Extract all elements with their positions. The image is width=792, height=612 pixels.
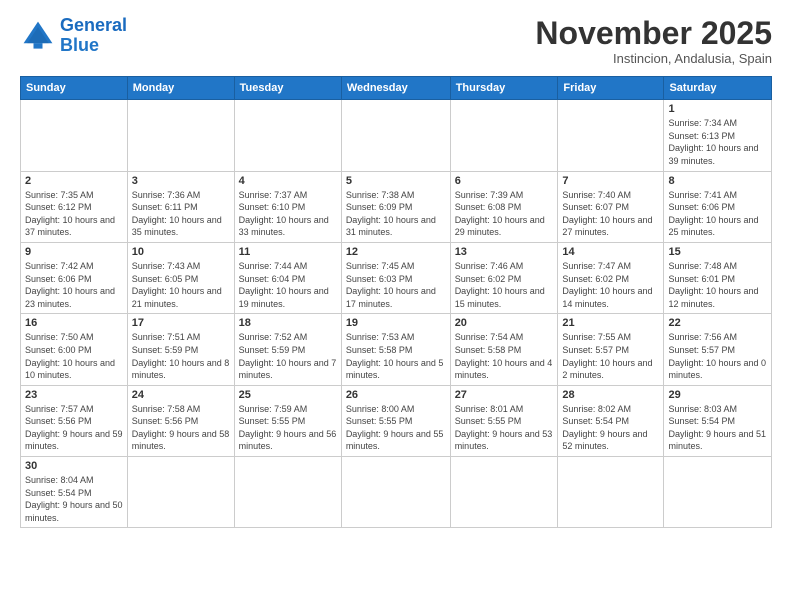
header-wednesday: Wednesday	[341, 77, 450, 100]
day-19: 19 Sunrise: 7:53 AMSunset: 5:58 PMDaylig…	[341, 314, 450, 385]
day-6: 6 Sunrise: 7:39 AMSunset: 6:08 PMDayligh…	[450, 171, 558, 242]
week-row-3: 9 Sunrise: 7:42 AMSunset: 6:06 PMDayligh…	[21, 242, 772, 313]
day-1: 1 Sunrise: 7:34 AMSunset: 6:13 PMDayligh…	[664, 100, 772, 171]
header-saturday: Saturday	[664, 77, 772, 100]
empty-cell	[341, 457, 450, 528]
empty-cell	[341, 100, 450, 171]
day-5: 5 Sunrise: 7:38 AMSunset: 6:09 PMDayligh…	[341, 171, 450, 242]
day-10: 10 Sunrise: 7:43 AMSunset: 6:05 PMDaylig…	[127, 242, 234, 313]
page: General Blue November 2025 Instincion, A…	[0, 0, 792, 612]
day-13: 13 Sunrise: 7:46 AMSunset: 6:02 PMDaylig…	[450, 242, 558, 313]
week-row-1: 1 Sunrise: 7:34 AMSunset: 6:13 PMDayligh…	[21, 100, 772, 171]
week-row-6: 30 Sunrise: 8:04 AMSunset: 5:54 PMDaylig…	[21, 457, 772, 528]
day-9: 9 Sunrise: 7:42 AMSunset: 6:06 PMDayligh…	[21, 242, 128, 313]
day-12: 12 Sunrise: 7:45 AMSunset: 6:03 PMDaylig…	[341, 242, 450, 313]
day-11: 11 Sunrise: 7:44 AMSunset: 6:04 PMDaylig…	[234, 242, 341, 313]
day-20: 20 Sunrise: 7:54 AMSunset: 5:58 PMDaylig…	[450, 314, 558, 385]
header-sunday: Sunday	[21, 77, 128, 100]
empty-cell	[558, 100, 664, 171]
day-26: 26 Sunrise: 8:00 AMSunset: 5:55 PMDaylig…	[341, 385, 450, 456]
header-thursday: Thursday	[450, 77, 558, 100]
day-17: 17 Sunrise: 7:51 AMSunset: 5:59 PMDaylig…	[127, 314, 234, 385]
week-row-4: 16 Sunrise: 7:50 AMSunset: 6:00 PMDaylig…	[21, 314, 772, 385]
empty-cell	[127, 100, 234, 171]
empty-cell	[664, 457, 772, 528]
empty-cell	[21, 100, 128, 171]
logo-icon	[20, 18, 56, 54]
location-subtitle: Instincion, Andalusia, Spain	[535, 51, 772, 66]
day-18: 18 Sunrise: 7:52 AMSunset: 5:59 PMDaylig…	[234, 314, 341, 385]
logo-general: General	[60, 15, 127, 35]
empty-cell	[234, 100, 341, 171]
header: General Blue November 2025 Instincion, A…	[20, 16, 772, 66]
day-7: 7 Sunrise: 7:40 AMSunset: 6:07 PMDayligh…	[558, 171, 664, 242]
day-29: 29 Sunrise: 8:03 AMSunset: 5:54 PMDaylig…	[664, 385, 772, 456]
weekday-header-row: Sunday Monday Tuesday Wednesday Thursday…	[21, 77, 772, 100]
logo-blue: Blue	[60, 35, 99, 55]
day-4: 4 Sunrise: 7:37 AMSunset: 6:10 PMDayligh…	[234, 171, 341, 242]
empty-cell	[450, 457, 558, 528]
empty-cell	[558, 457, 664, 528]
empty-cell	[450, 100, 558, 171]
day-21: 21 Sunrise: 7:55 AMSunset: 5:57 PMDaylig…	[558, 314, 664, 385]
week-row-2: 2 Sunrise: 7:35 AMSunset: 6:12 PMDayligh…	[21, 171, 772, 242]
day-8: 8 Sunrise: 7:41 AMSunset: 6:06 PMDayligh…	[664, 171, 772, 242]
month-title: November 2025	[535, 16, 772, 51]
day-2: 2 Sunrise: 7:35 AMSunset: 6:12 PMDayligh…	[21, 171, 128, 242]
day-27: 27 Sunrise: 8:01 AMSunset: 5:55 PMDaylig…	[450, 385, 558, 456]
day-25: 25 Sunrise: 7:59 AMSunset: 5:55 PMDaylig…	[234, 385, 341, 456]
day-28: 28 Sunrise: 8:02 AMSunset: 5:54 PMDaylig…	[558, 385, 664, 456]
header-tuesday: Tuesday	[234, 77, 341, 100]
header-friday: Friday	[558, 77, 664, 100]
header-monday: Monday	[127, 77, 234, 100]
empty-cell	[234, 457, 341, 528]
calendar-table: Sunday Monday Tuesday Wednesday Thursday…	[20, 76, 772, 528]
logo-text: General Blue	[60, 16, 127, 56]
empty-cell	[127, 457, 234, 528]
day-23: 23 Sunrise: 7:57 AMSunset: 5:56 PMDaylig…	[21, 385, 128, 456]
day-15: 15 Sunrise: 7:48 AMSunset: 6:01 PMDaylig…	[664, 242, 772, 313]
logo: General Blue	[20, 16, 127, 56]
title-block: November 2025 Instincion, Andalusia, Spa…	[535, 16, 772, 66]
day-16: 16 Sunrise: 7:50 AMSunset: 6:00 PMDaylig…	[21, 314, 128, 385]
day-14: 14 Sunrise: 7:47 AMSunset: 6:02 PMDaylig…	[558, 242, 664, 313]
week-row-5: 23 Sunrise: 7:57 AMSunset: 5:56 PMDaylig…	[21, 385, 772, 456]
day-30: 30 Sunrise: 8:04 AMSunset: 5:54 PMDaylig…	[21, 457, 128, 528]
day-22: 22 Sunrise: 7:56 AMSunset: 5:57 PMDaylig…	[664, 314, 772, 385]
day-3: 3 Sunrise: 7:36 AMSunset: 6:11 PMDayligh…	[127, 171, 234, 242]
day-24: 24 Sunrise: 7:58 AMSunset: 5:56 PMDaylig…	[127, 385, 234, 456]
